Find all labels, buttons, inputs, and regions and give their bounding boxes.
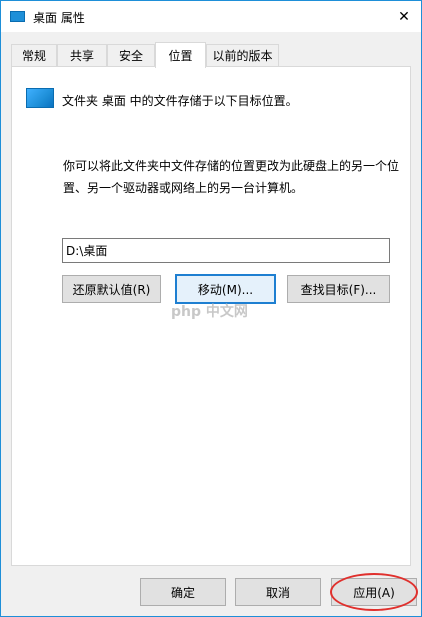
title-bar[interactable]: 桌面 属性 ✕ (1, 1, 421, 32)
find-target-button[interactable]: 查找目标(F)... (287, 275, 390, 303)
cancel-button[interactable]: 取消 (235, 578, 321, 606)
tab-sharing[interactable]: 共享 (57, 44, 107, 66)
location-explanation: 你可以将此文件夹中文件存储的位置更改为此硬盘上的另一个位置、另一个驱动器或网络上… (63, 159, 400, 195)
move-button[interactable]: 移动(M)... (175, 274, 276, 304)
tab-strip: 常规 共享 安全 位置 以前的版本 (11, 42, 413, 68)
path-input[interactable] (62, 238, 390, 263)
desktop-folder-icon (26, 88, 54, 108)
close-icon: ✕ (398, 8, 410, 25)
find-target-label: 查找目标(F)... (300, 282, 377, 297)
restore-default-label: 还原默认值(R) (72, 282, 151, 297)
properties-window: 桌面 属性 ✕ 常规 共享 安全 位置 以前的版本 文件夹 桌面 中的文件存储于… (0, 0, 422, 617)
restore-default-button[interactable]: 还原默认值(R) (62, 275, 161, 303)
folder-icon (10, 11, 25, 22)
tab-general[interactable]: 常规 (11, 44, 57, 66)
close-button[interactable]: ✕ (387, 1, 421, 32)
ok-button[interactable]: 确定 (140, 578, 226, 606)
watermark: php 中文网 (171, 304, 248, 320)
tab-security[interactable]: 安全 (107, 44, 155, 66)
apply-label: 应用(A) (353, 585, 395, 600)
tab-location[interactable]: 位置 (155, 42, 206, 68)
move-label: 移动(M)... (197, 282, 254, 297)
cancel-label: 取消 (265, 585, 290, 600)
tab-previous-versions[interactable]: 以前的版本 (206, 44, 279, 66)
folder-description: 文件夹 桌面 中的文件存储于以下目标位置。 (62, 94, 298, 108)
window-title: 桌面 属性 (33, 11, 85, 25)
apply-button[interactable]: 应用(A) (331, 578, 417, 606)
ok-label: 确定 (170, 585, 195, 600)
